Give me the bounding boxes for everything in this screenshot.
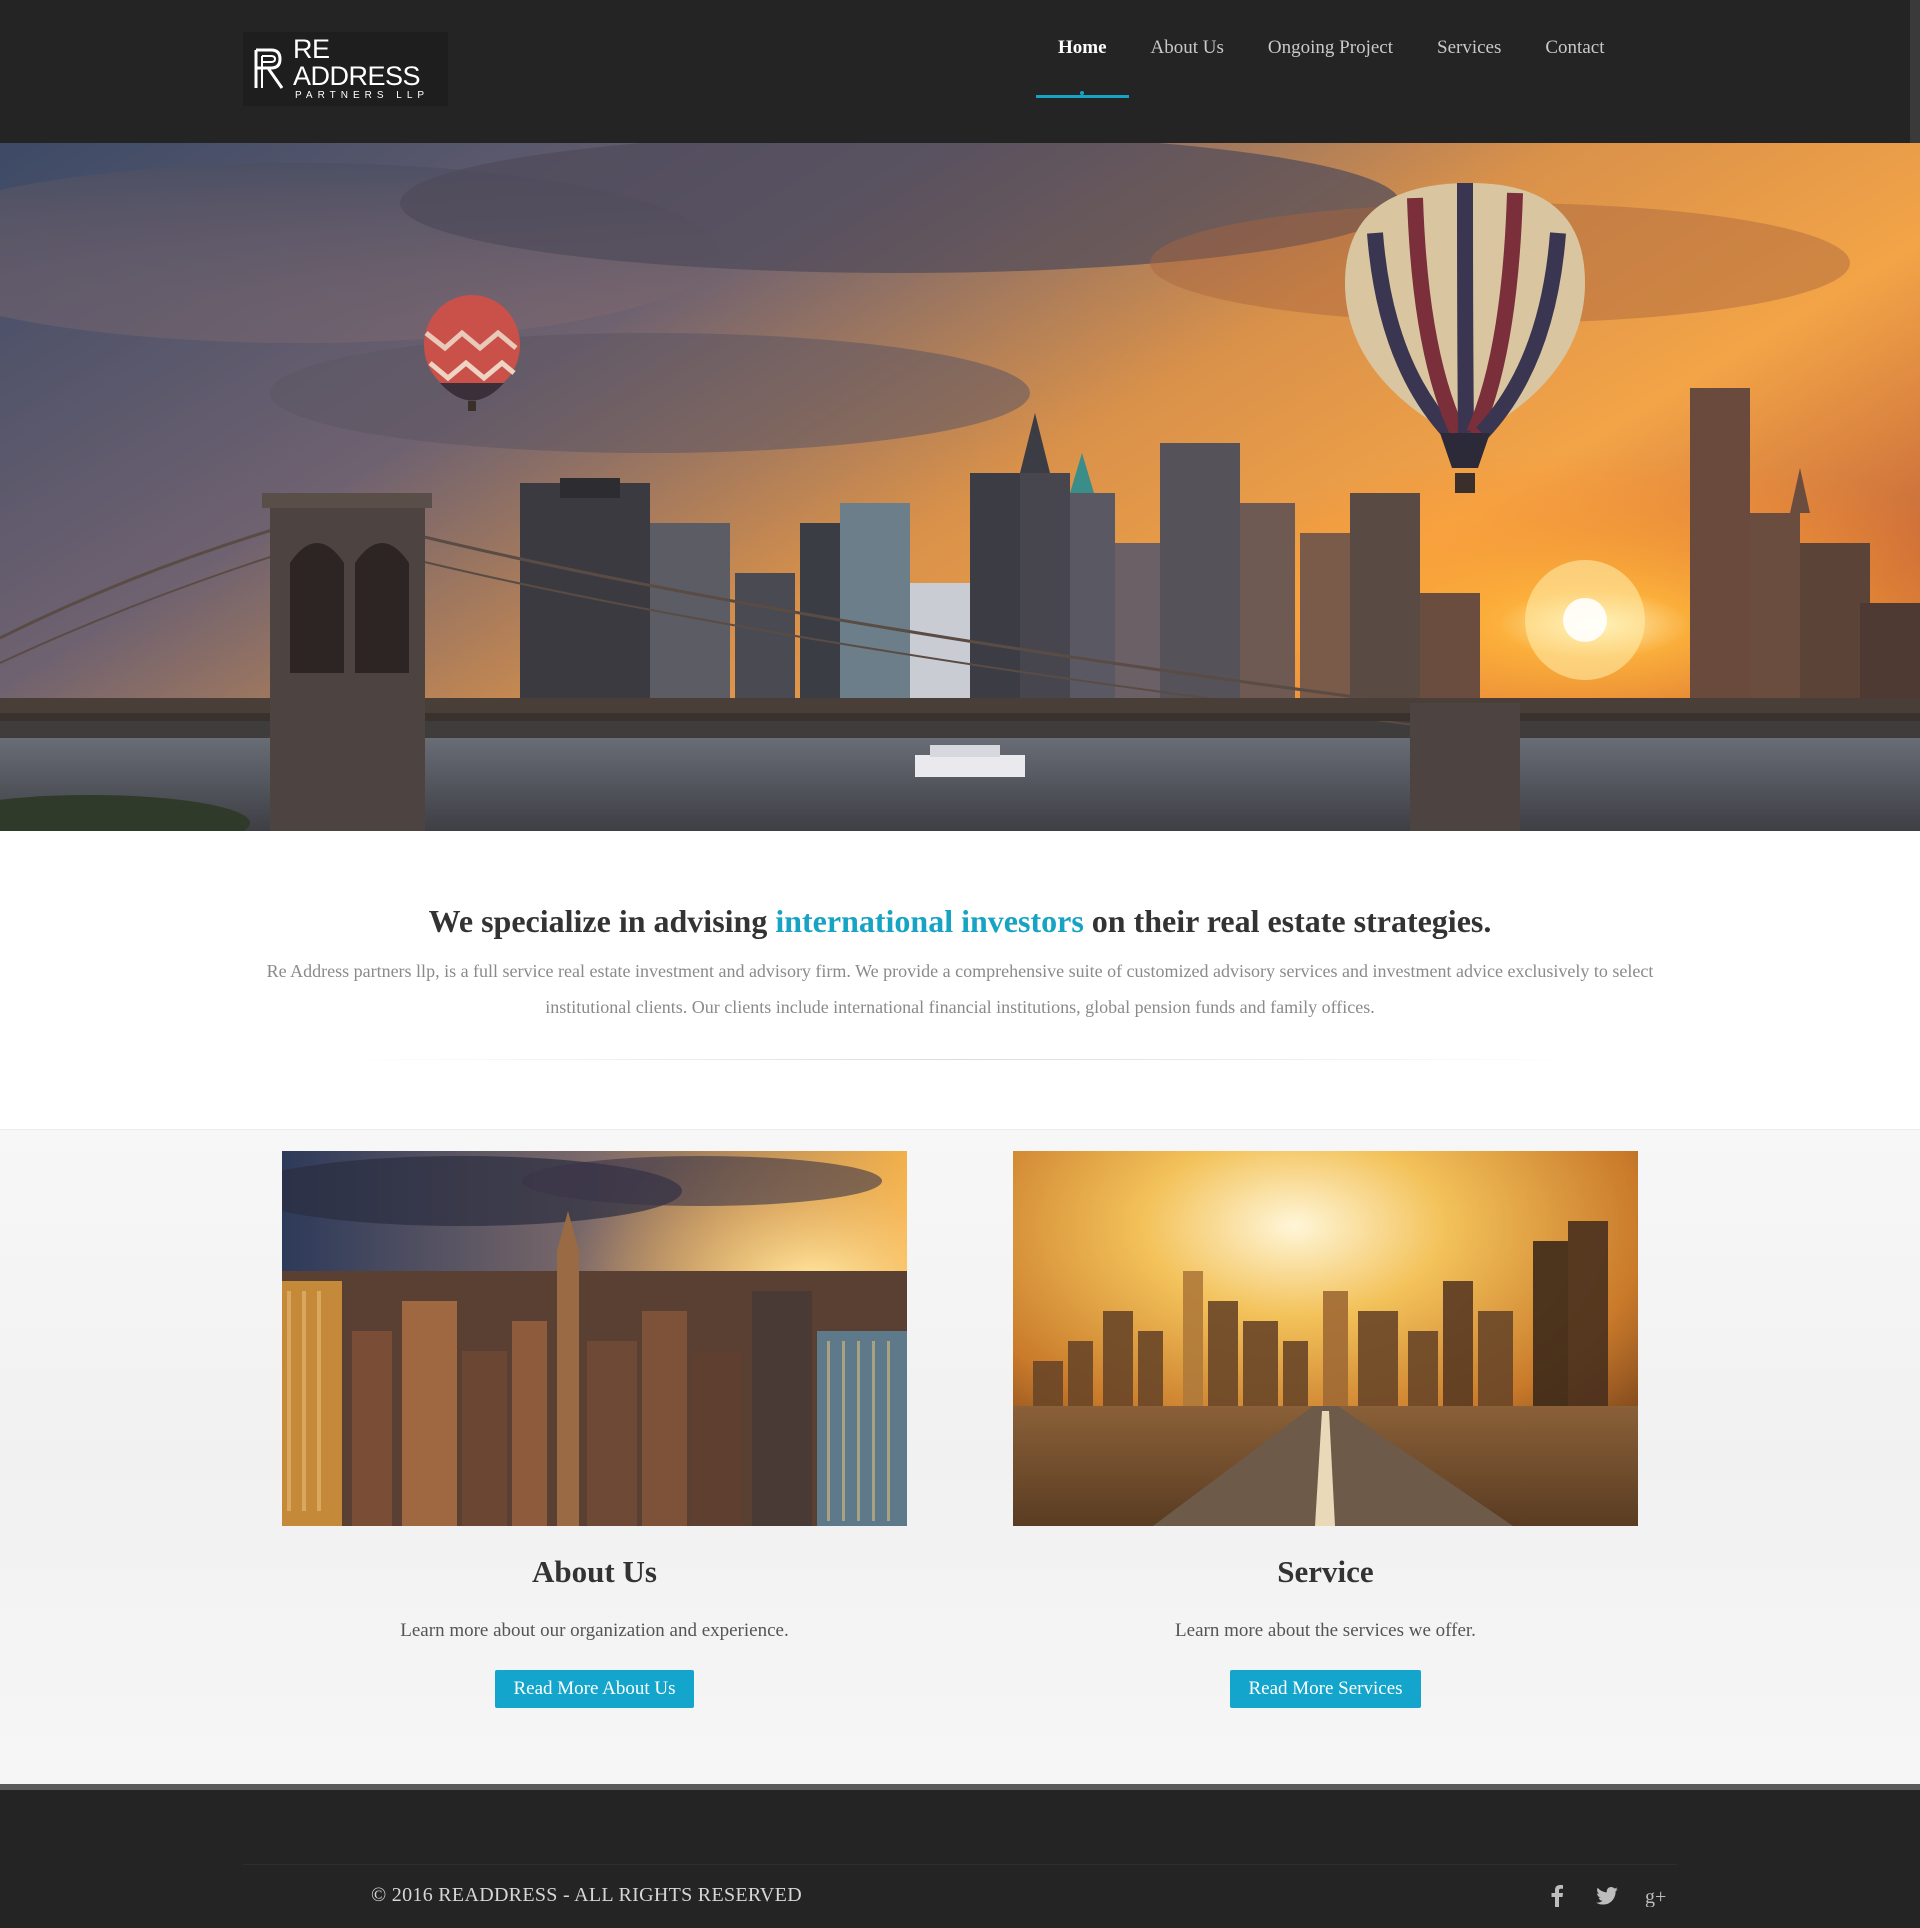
feature-card-service: Service Learn more about the services we… <box>1013 1151 1638 1708</box>
feature-title-about: About Us <box>532 1554 657 1589</box>
footer-divider <box>243 1864 1677 1865</box>
feature-title-service: Service <box>1277 1554 1374 1589</box>
nav-item-services[interactable]: Services <box>1415 0 1523 98</box>
intro-heading-highlight: international investors <box>775 903 1084 939</box>
feature-desc-about: Learn more about our organization and ex… <box>400 1620 789 1641</box>
social-links: g+ <box>1543 1882 1671 1910</box>
about-us-city-image <box>282 1151 907 1526</box>
hero-skyline-image <box>0 143 1920 831</box>
intro-heading-end: on their real estate strategies. <box>1083 903 1492 939</box>
nav-item-about-us[interactable]: About Us <box>1129 0 1246 98</box>
hero-banner <box>0 143 1920 831</box>
copyright-text: © 2016 READDRESS - ALL RIGHTS RESERVED <box>371 1884 802 1906</box>
google-plus-icon[interactable]: g+ <box>1643 1882 1671 1910</box>
site-footer: © 2016 READDRESS - ALL RIGHTS RESERVED g… <box>0 1790 1920 1928</box>
facebook-icon[interactable] <box>1543 1882 1571 1910</box>
intro-heading: We specialize in advising international … <box>0 903 1920 940</box>
read-more-about-button[interactable]: Read More About Us <box>495 1670 694 1708</box>
feature-desc-service: Learn more about the services we offer. <box>1175 1620 1476 1641</box>
svg-text:g+: g+ <box>1645 1886 1666 1907</box>
read-more-services-button[interactable]: Read More Services <box>1230 1670 1421 1708</box>
nav-item-ongoing-project[interactable]: Ongoing Project <box>1246 0 1415 98</box>
intro-divider <box>340 1059 1580 1060</box>
intro-heading-start: We specialize in advising <box>428 903 776 939</box>
logo-mark-icon <box>253 46 289 92</box>
site-header: RE ADDRESS PARTNERS LLP Home About Us On… <box>0 0 1920 143</box>
logo-main-text: RE ADDRESS <box>293 34 421 91</box>
intro-section: We specialize in advising international … <box>0 831 1920 1131</box>
site-logo[interactable]: RE ADDRESS PARTNERS LLP <box>243 32 448 106</box>
logo-sub-text: PARTNERS LLP <box>295 90 430 101</box>
main-nav: Home About Us Ongoing Project Services C… <box>1036 0 1626 100</box>
nav-item-contact[interactable]: Contact <box>1523 0 1626 98</box>
intro-description: Re Address partners llp, is a full servi… <box>266 961 1654 1017</box>
service-road-city-image <box>1013 1151 1638 1526</box>
twitter-icon[interactable] <box>1593 1882 1621 1910</box>
feature-section: About Us Learn more about our organizati… <box>0 1129 1920 1784</box>
feature-card-about: About Us Learn more about our organizati… <box>282 1151 907 1708</box>
nav-item-home[interactable]: Home <box>1036 0 1129 98</box>
